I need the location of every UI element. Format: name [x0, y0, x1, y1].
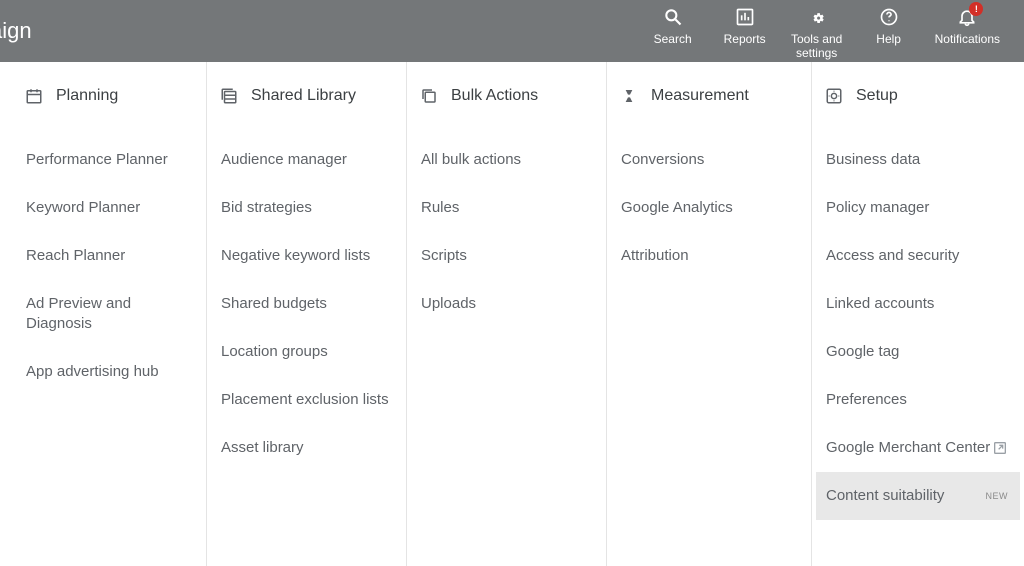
help-icon [879, 6, 899, 28]
top-nav: Search Reports Tools and settings [641, 2, 1006, 60]
menu-rules[interactable]: Rules [417, 184, 602, 232]
bulk-title: Bulk Actions [451, 87, 538, 105]
notification-badge: ! [969, 2, 983, 16]
nav-notifications-label: Notifications [935, 32, 1000, 46]
menu-reach-planner[interactable]: Reach Planner [22, 232, 202, 280]
column-planning: Planning Performance Planner Keyword Pla… [12, 62, 207, 566]
new-badge: NEW [986, 486, 1009, 506]
menu-app-advertising-hub[interactable]: App advertising hub [22, 348, 202, 396]
menu-ad-preview[interactable]: Ad Preview and Diagnosis [22, 280, 202, 348]
column-header-measurement: Measurement [617, 86, 807, 106]
bulk-actions-icon [419, 86, 439, 106]
menu-audience-manager[interactable]: Audience manager [217, 136, 402, 184]
shared-title: Shared Library [251, 87, 356, 105]
notifications-icon: ! [957, 6, 977, 28]
menu-placement-exclusion-lists[interactable]: Placement exclusion lists [217, 376, 402, 424]
external-link-icon [992, 440, 1008, 456]
setup-title: Setup [856, 87, 898, 105]
menu-preferences[interactable]: Preferences [822, 376, 1020, 424]
column-bulk-actions: Bulk Actions All bulk actions Rules Scri… [407, 62, 607, 566]
nav-reports-label: Reports [724, 32, 766, 46]
nav-notifications[interactable]: ! Notifications [929, 2, 1006, 60]
menu-policy-manager[interactable]: Policy manager [822, 184, 1020, 232]
menu-keyword-planner[interactable]: Keyword Planner [22, 184, 202, 232]
tools-icon [807, 6, 827, 28]
nav-tools[interactable]: Tools and settings [785, 2, 849, 60]
shared-library-icon [219, 86, 239, 106]
menu-google-merchant-center[interactable]: Google Merchant Center [822, 424, 1020, 472]
menu-asset-library[interactable]: Asset library [217, 424, 402, 472]
column-header-bulk: Bulk Actions [417, 86, 602, 106]
setup-icon [824, 86, 844, 106]
menu-shared-budgets[interactable]: Shared budgets [217, 280, 402, 328]
tools-mega-menu: Planning Performance Planner Keyword Pla… [0, 62, 1024, 566]
menu-google-analytics[interactable]: Google Analytics [617, 184, 807, 232]
top-bar: aign Search Reports [0, 0, 1024, 62]
planning-title: Planning [56, 87, 118, 105]
menu-performance-planner[interactable]: Performance Planner [22, 136, 202, 184]
menu-business-data[interactable]: Business data [822, 136, 1020, 184]
measurement-icon [619, 86, 639, 106]
menu-negative-keyword-lists[interactable]: Negative keyword lists [217, 232, 402, 280]
nav-search[interactable]: Search [641, 2, 705, 60]
reports-icon [735, 6, 755, 28]
menu-conversions[interactable]: Conversions [617, 136, 807, 184]
column-header-setup: Setup [822, 86, 1020, 106]
nav-search-label: Search [654, 32, 692, 46]
planning-icon [24, 86, 44, 106]
column-setup: Setup Business data Policy manager Acces… [812, 62, 1024, 566]
column-header-shared: Shared Library [217, 86, 402, 106]
search-icon [663, 6, 683, 28]
menu-item-label: Google Merchant Center [826, 438, 990, 458]
menu-scripts[interactable]: Scripts [417, 232, 602, 280]
menu-google-tag[interactable]: Google tag [822, 328, 1020, 376]
column-shared-library: Shared Library Audience manager Bid stra… [207, 62, 407, 566]
measurement-title: Measurement [651, 87, 749, 105]
page-title: aign [0, 18, 32, 44]
nav-help[interactable]: Help [857, 2, 921, 60]
menu-linked-accounts[interactable]: Linked accounts [822, 280, 1020, 328]
menu-bid-strategies[interactable]: Bid strategies [217, 184, 402, 232]
menu-access-security[interactable]: Access and security [822, 232, 1020, 280]
nav-reports[interactable]: Reports [713, 2, 777, 60]
column-header-planning: Planning [22, 86, 202, 106]
menu-content-suitability[interactable]: Content suitability NEW [816, 472, 1020, 520]
nav-tools-label: Tools and settings [791, 32, 842, 60]
menu-all-bulk-actions[interactable]: All bulk actions [417, 136, 602, 184]
menu-attribution[interactable]: Attribution [617, 232, 807, 280]
menu-item-label: Content suitability [826, 486, 944, 506]
column-measurement: Measurement Conversions Google Analytics… [607, 62, 812, 566]
menu-uploads[interactable]: Uploads [417, 280, 602, 328]
nav-help-label: Help [876, 32, 901, 46]
menu-location-groups[interactable]: Location groups [217, 328, 402, 376]
